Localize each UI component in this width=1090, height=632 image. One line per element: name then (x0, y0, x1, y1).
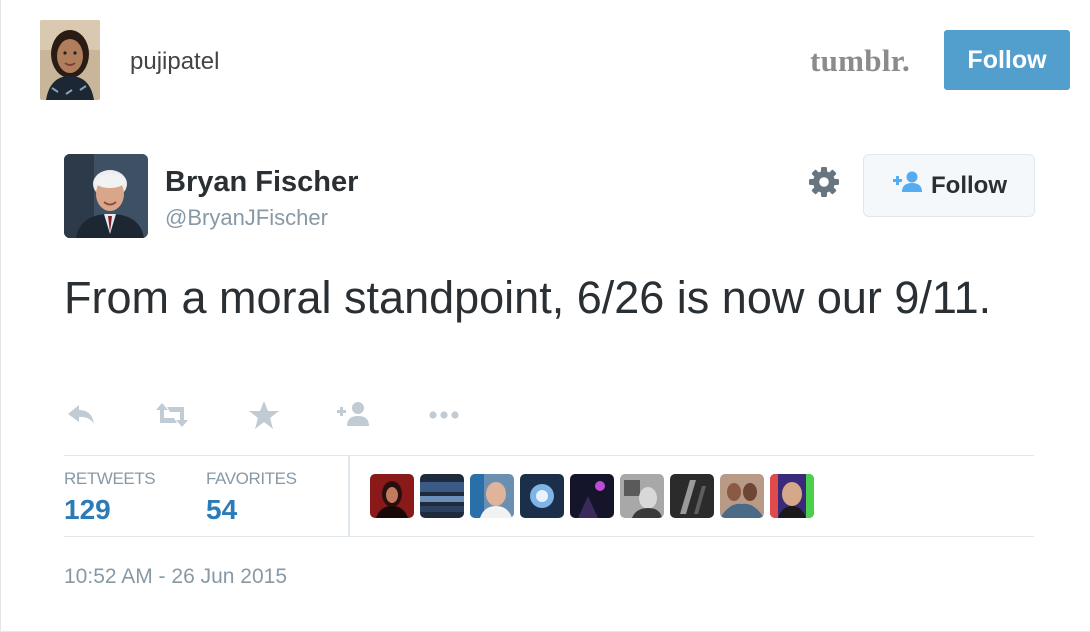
favoriter-avatar[interactable] (720, 474, 764, 518)
favoriter-avatar[interactable] (420, 474, 464, 518)
favorite-icon[interactable] (246, 398, 282, 432)
favoriter-avatar[interactable] (670, 474, 714, 518)
stats-bottom-divider (64, 536, 1034, 537)
tweet-author-avatar[interactable] (64, 154, 148, 238)
follow-user-icon (891, 170, 923, 201)
favoriter-avatar[interactable] (520, 474, 564, 518)
stats-vertical-divider (348, 456, 350, 536)
favoriter-avatar[interactable] (470, 474, 514, 518)
tweet-author-handle[interactable]: @BryanJFischer (165, 205, 328, 231)
stats-top-divider (64, 455, 1034, 456)
favorites-count[interactable]: 54 (206, 494, 237, 526)
retweet-icon[interactable] (154, 398, 190, 432)
tweet-author-name[interactable]: Bryan Fischer (165, 166, 358, 199)
favoriter-avatar[interactable] (370, 474, 414, 518)
tweet-timestamp[interactable]: 10:52 AM - 26 Jun 2015 (64, 565, 287, 589)
reply-icon[interactable] (64, 398, 100, 432)
tweet-follow-button[interactable]: Follow (863, 154, 1035, 217)
tweet-text: From a moral standpoint, 6/26 is now our… (64, 272, 992, 323)
tumblr-user-avatar[interactable] (40, 20, 100, 100)
tumblr-logo: tumblr. (810, 43, 911, 78)
tumblr-follow-button[interactable]: Follow (944, 30, 1070, 90)
gear-icon[interactable] (806, 164, 842, 200)
retweets-count[interactable]: 129 (64, 494, 111, 526)
more-icon[interactable] (426, 398, 462, 432)
follow-icon[interactable] (336, 398, 372, 432)
retweets-label: RETWEETS (64, 469, 156, 488)
tumblr-username[interactable]: pujipatel (130, 48, 219, 76)
favoriter-avatar[interactable] (770, 474, 814, 518)
favorites-label: FAVORITES (206, 469, 297, 488)
favoriter-avatar[interactable] (570, 474, 614, 518)
favoriter-avatar[interactable] (620, 474, 664, 518)
tweet-follow-label: Follow (931, 171, 1007, 199)
